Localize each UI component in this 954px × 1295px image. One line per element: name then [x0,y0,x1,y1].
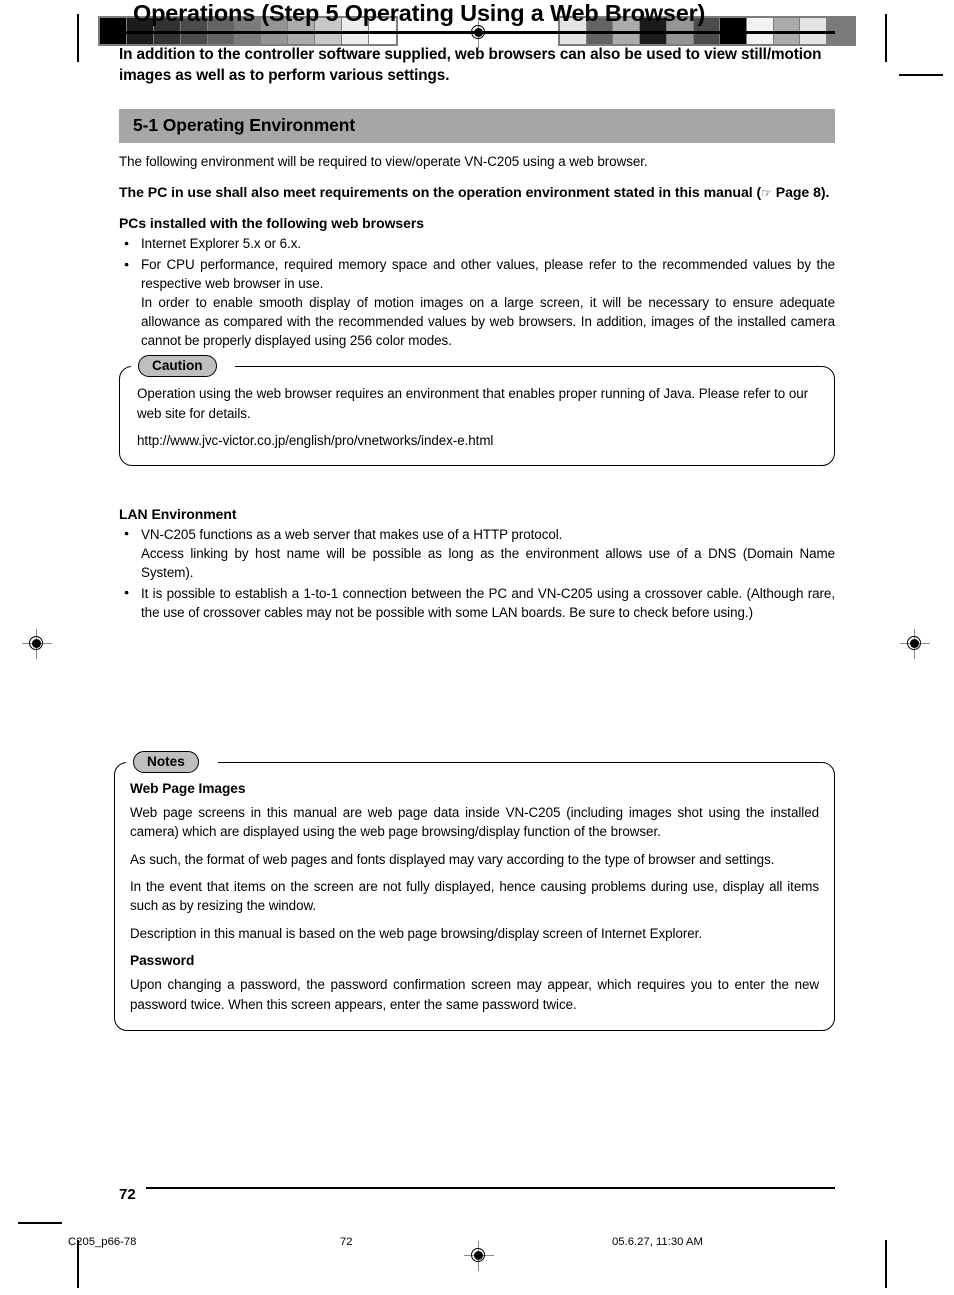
browsers-list: Internet Explorer 5.x or 6.x. For CPU pe… [119,234,835,350]
crop-mark-bottom-left-horizontal [18,1222,62,1224]
list-item: VN-C205 functions as a web server that m… [119,524,835,582]
footer-date-slug: 05.6.27, 11:30 AM [612,1236,703,1248]
pointing-hand-icon: ☞ [761,185,772,200]
requirement-suffix: Page 8). [771,183,830,200]
notes-paragraph: As such, the format of web pages and fon… [130,851,775,867]
registration-mark-left-center [22,629,52,659]
lan-item-continuation: Access linking by host name will be poss… [141,545,835,580]
title-divider [119,31,835,34]
caution-frame: Operation using the web browser requires… [119,366,835,466]
browser-item-extra: In order to enable smooth display of mot… [141,295,835,349]
page-title: Operations (Step 5 Operating Using a Web… [133,0,706,26]
section-header-bar: 5-1 Operating Environment [119,108,835,143]
intro-paragraph: In addition to the controller software s… [119,46,822,84]
section-heading: 5-1 Operating Environment [133,115,356,136]
crop-mark-top-right-horizontal [899,74,943,76]
notes-paragraph: Upon changing a password, the password c… [130,977,819,1012]
list-item: For CPU performance, required memory spa… [119,255,835,350]
notes-frame: Web Page Images Web page screens in this… [114,761,835,1032]
registration-dot [474,1251,483,1260]
requirement-note: The PC in use shall also meet requiremen… [119,182,835,203]
registration-mark-bottom-center [464,1241,494,1271]
caution-label: Caution [138,355,217,378]
notes-paragraph: Description in this manual is based on t… [130,925,703,941]
lan-list: VN-C205 functions as a web server that m… [119,524,835,622]
notes-label: Notes [133,750,199,773]
browser-item-text: Internet Explorer 5.x or 6.x. [141,236,302,252]
lan-item-main: VN-C205 functions as a web server that m… [141,526,563,542]
page-content: Operations (Step 5 Operating Using a Web… [114,0,835,1032]
registration-mark-right-center [900,629,930,659]
crop-mark-top-left [77,14,79,62]
footer-file-slug: C205_p66-78 [68,1236,137,1248]
browsers-heading: PCs installed with the following web bro… [119,215,425,232]
lan-heading: LAN Environment [119,505,237,522]
section-intro: The following environment will be requir… [119,153,648,169]
requirement-prefix: The PC in use shall also meet requiremen… [119,183,762,200]
caution-text: Operation using the web browser requires… [137,386,809,421]
caution-url: http://www.jvc-victor.co.jp/english/pro/… [137,433,494,449]
crop-mark-top-right [885,14,887,62]
registration-dot [32,639,41,648]
notes-subheading-web-page-images: Web Page Images [130,780,246,796]
list-item: It is possible to establish a 1-to-1 con… [119,583,835,622]
crop-mark-bottom-right [885,1240,887,1288]
footer-divider [146,1187,835,1190]
page-number: 72 [119,1186,136,1203]
notes-callout: Notes Web Page Images Web page screens i… [114,750,835,1032]
lan-item-main: It is possible to establish a 1-to-1 con… [141,585,835,620]
notes-subheading-password: Password [130,953,195,969]
browser-item-text: For CPU performance, required memory spa… [141,257,835,292]
caution-callout: Caution Operation using the web browser … [119,355,835,466]
footer-page-slug: 72 [340,1236,353,1248]
registration-dot [910,639,919,648]
notes-paragraph: Web page screens in this manual are web … [130,804,819,840]
list-item: Internet Explorer 5.x or 6.x. [119,234,835,253]
manual-page: Operations (Step 5 Operating Using a Web… [0,0,954,1295]
notes-paragraph: In the event that items on the screen ar… [130,879,819,914]
